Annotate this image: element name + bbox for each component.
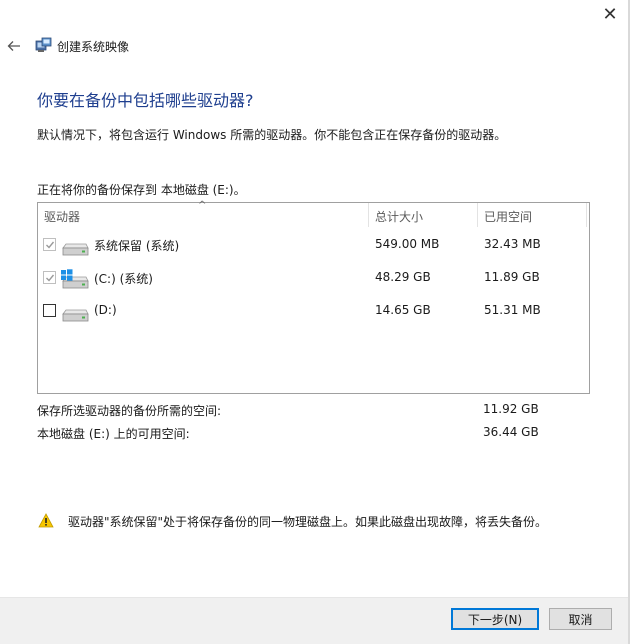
available-space-value: 36.44 GB xyxy=(483,425,539,439)
drive-list[interactable]: ^ 驱动器 总计大小 已用空间 系统保留 (系统) 549.00 MB 32.4… xyxy=(37,200,590,394)
drive-used-space: 32.43 MB xyxy=(484,237,541,251)
drive-icon xyxy=(62,243,89,256)
back-arrow-icon xyxy=(7,41,20,51)
list-header: ^ 驱动器 总计大小 已用空间 xyxy=(38,200,589,227)
required-space-label: 保存所选驱动器的备份所需的空间: xyxy=(37,404,222,418)
drive-checkbox[interactable] xyxy=(43,304,56,317)
close-icon: ✕ xyxy=(602,3,618,25)
page-heading: 你要在备份中包括哪些驱动器? xyxy=(37,91,254,110)
drive-name: (C:) (系统) xyxy=(94,272,153,286)
window-title: 创建系统映像 xyxy=(57,40,130,54)
column-separator[interactable] xyxy=(586,203,587,227)
drive-total-size: 48.29 GB xyxy=(375,270,431,284)
backup-app-icon xyxy=(35,37,52,52)
backup-target-label: 正在将你的备份保存到 本地磁盘 (E:)。 xyxy=(37,183,246,197)
column-separator[interactable] xyxy=(368,203,369,227)
drive-icon xyxy=(62,309,89,322)
drive-row-c[interactable]: (C:) (系统) 48.29 GB 11.89 GB xyxy=(38,263,589,293)
drive-used-space: 51.31 MB xyxy=(484,303,541,317)
cancel-button[interactable]: 取消 xyxy=(549,608,612,630)
close-button[interactable]: ✕ xyxy=(598,2,622,26)
drive-checkbox xyxy=(43,271,56,284)
column-separator[interactable] xyxy=(477,203,478,227)
available-space-label: 本地磁盘 (E:) 上的可用空间: xyxy=(37,427,190,441)
drive-total-size: 14.65 GB xyxy=(375,303,431,317)
column-header-total[interactable]: 总计大小 xyxy=(375,208,423,225)
checkmark-icon xyxy=(45,274,54,282)
checkmark-icon xyxy=(45,241,54,249)
column-header-drive[interactable]: 驱动器 xyxy=(44,208,80,225)
drive-checkbox xyxy=(43,238,56,251)
drive-row-d[interactable]: (D:) 14.65 GB 51.31 MB xyxy=(38,296,589,326)
warning-message: 驱动器"系统保留"处于将保存备份的同一物理磁盘上。如果此磁盘出现故障，将丢失备份… xyxy=(68,515,548,529)
next-button[interactable]: 下一步(N) xyxy=(451,608,539,630)
windows-drive-icon xyxy=(61,269,89,289)
page-description: 默认情况下，将包含运行 Windows 所需的驱动器。你不能包含正在保存备份的驱… xyxy=(37,128,507,142)
dialog-footer: 下一步(N) 取消 xyxy=(0,597,628,644)
sort-caret-icon: ^ xyxy=(198,200,207,211)
required-space-value: 11.92 GB xyxy=(483,402,539,416)
drive-name: 系统保留 (系统) xyxy=(94,239,180,253)
warning-icon xyxy=(38,513,54,528)
back-button[interactable] xyxy=(4,36,24,56)
drive-row-system-reserved[interactable]: 系统保留 (系统) 549.00 MB 32.43 MB xyxy=(38,230,589,260)
drive-used-space: 11.89 GB xyxy=(484,270,540,284)
drive-total-size: 549.00 MB xyxy=(375,237,440,251)
column-header-used[interactable]: 已用空间 xyxy=(484,208,532,225)
drive-name: (D:) xyxy=(94,303,117,317)
